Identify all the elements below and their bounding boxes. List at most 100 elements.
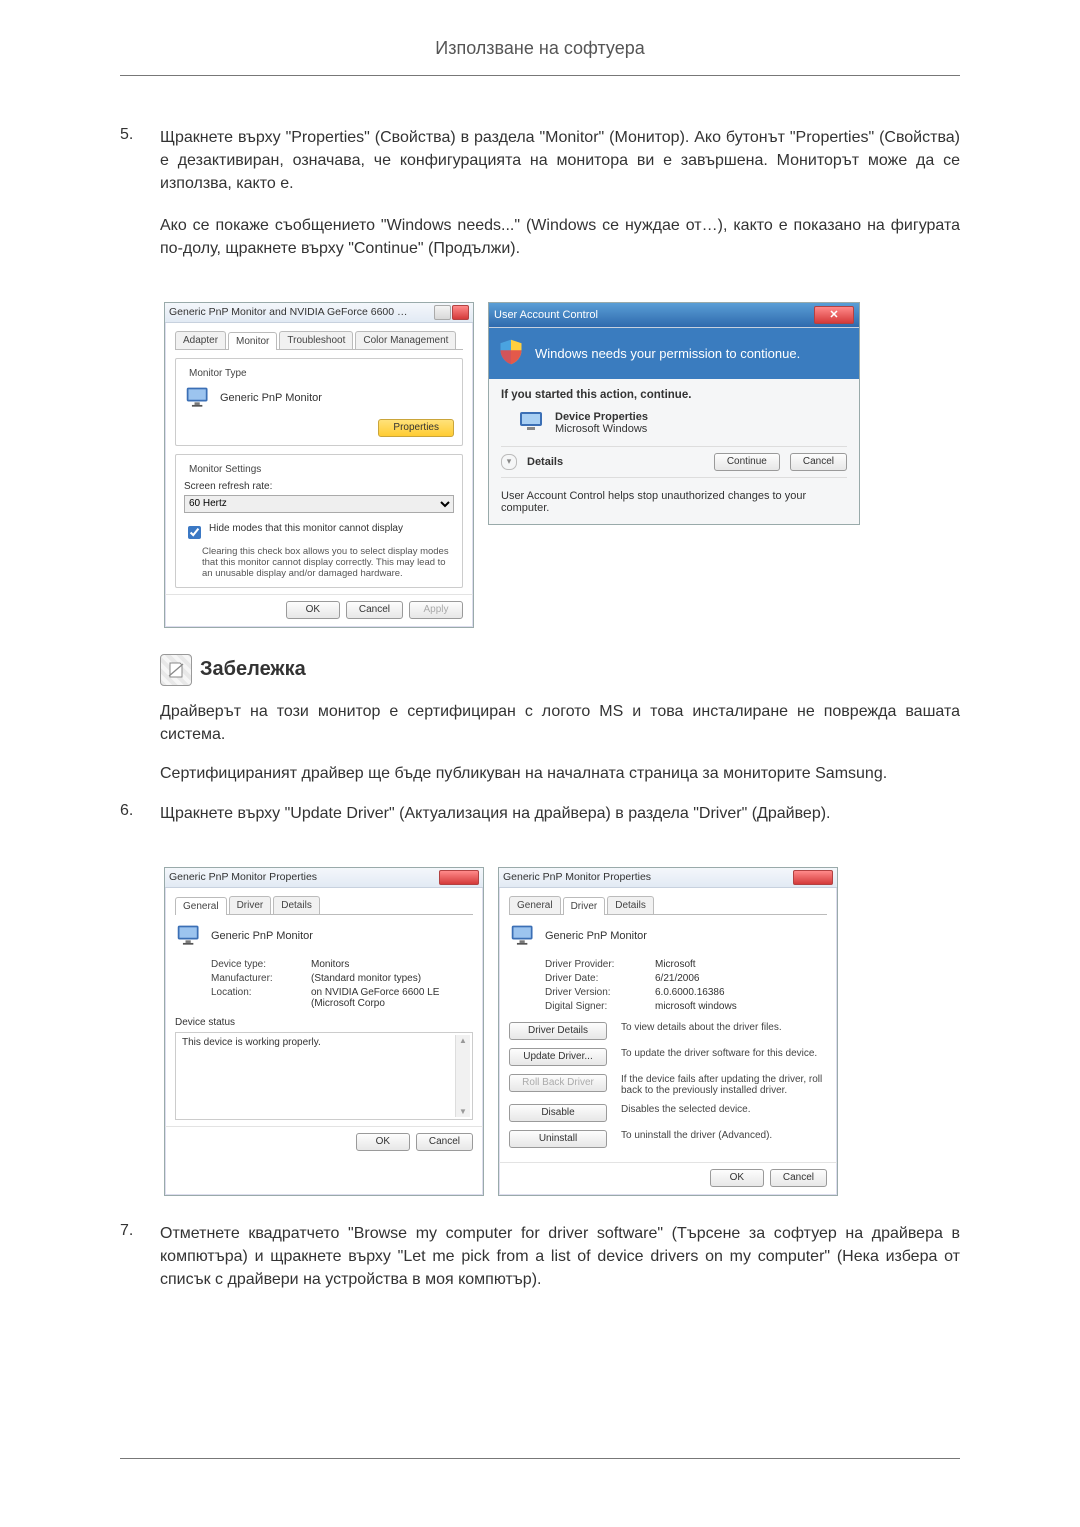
page-title: Използване на софтуера [120,38,960,69]
note-title: Забележка [200,658,306,681]
step-5-text-2: Ако се покаже съобщението "Windows needs… [160,214,960,260]
monitor-icon [184,385,212,411]
scrollbar[interactable]: ▲▼ [455,1035,470,1117]
program-icon [519,411,545,436]
driver-details-button[interactable]: Driver Details [509,1022,607,1040]
step-6: 6. Щракнете върху "Update Driver" (Актуа… [120,802,960,843]
driver-provider-value: Microsoft [655,959,827,970]
monitor-dialog-titlebar: Generic PnP Monitor and NVIDIA GeForce 6… [165,303,473,323]
driver-provider-label: Driver Provider: [545,959,655,970]
step-7-num: 7. [120,1222,144,1310]
driver-date-value: 6/21/2006 [655,973,827,984]
step-5: 5. Щракнете върху "Properties" (Свойства… [120,126,960,278]
location-value: on NVIDIA GeForce 6600 LE (Microsoft Cor… [311,987,473,1009]
props-general-title: Generic PnP Monitor Properties [169,871,317,883]
close-icon[interactable] [452,305,469,320]
cancel-button[interactable]: Cancel [770,1169,827,1187]
uac-program-name: Device Properties [555,411,648,423]
step-7: 7. Отметнете квадратчето "Browse my comp… [120,1222,960,1310]
monitor-dialog-tabs: Adapter Monitor Troubleshoot Color Manag… [175,331,463,350]
tab-driver[interactable]: Driver [563,897,606,915]
update-driver-button[interactable]: Update Driver... [509,1048,607,1066]
device-type-label: Device type: [211,959,311,970]
note-icon [160,654,192,686]
uninstall-desc: To uninstall the driver (Advanced). [621,1130,827,1141]
footer-rule [120,1458,960,1459]
monitor-dialog-title: Generic PnP Monitor and NVIDIA GeForce 6… [169,306,409,318]
driver-version-value: 6.0.6000.16386 [655,987,827,998]
manufacturer-label: Manufacturer: [211,973,311,984]
ok-button[interactable]: OK [710,1169,764,1187]
hide-modes-desc: Clearing this check box allows you to se… [202,546,454,579]
driver-version-label: Driver Version: [545,987,655,998]
refresh-rate-select[interactable]: 60 Hertz [184,495,454,513]
refresh-rate-label: Screen refresh rate: [184,481,454,492]
hide-modes-checkbox[interactable] [188,526,201,539]
note-text-2: Сертифицираният драйвер ще бъде публикув… [160,762,960,785]
tab-general[interactable]: General [175,897,227,915]
device-status-label: Device status [175,1017,473,1028]
monitor-type-value: Generic PnP Monitor [220,392,322,404]
uac-footnote: User Account Control helps stop unauthor… [501,482,847,514]
apply-button[interactable]: Apply [409,601,463,619]
device-status-box: This device is working properly. ▲▼ [175,1032,473,1120]
ok-button[interactable]: OK [286,601,340,619]
cancel-button[interactable]: Cancel [416,1133,473,1151]
monitor-type-heading: Monitor Type [186,368,250,379]
tab-adapter[interactable]: Adapter [175,331,226,349]
monitor-icon [509,923,537,949]
driver-details-desc: To view details about the driver files. [621,1022,827,1033]
close-icon[interactable]: ✕ [814,306,854,324]
tab-general[interactable]: General [509,896,561,914]
header-rule [120,75,960,76]
rollback-driver-desc: If the device fails after updating the d… [621,1074,827,1096]
props-driver-name: Generic PnP Monitor [545,930,647,942]
tab-details[interactable]: Details [607,896,654,914]
update-driver-desc: To update the driver software for this d… [621,1048,827,1059]
step-5-text-1: Щракнете върху "Properties" (Свойства) в… [160,126,960,196]
ok-button[interactable]: OK [356,1133,410,1151]
device-type-value: Monitors [311,959,473,970]
shield-icon [497,338,525,369]
uac-dialog: User Account Control ✕ Windows needs you… [488,302,860,525]
close-icon[interactable] [793,870,833,885]
digital-signer-value: microsoft windows [655,1001,827,1012]
hide-modes-label: Hide modes that this monitor cannot disp… [209,523,403,534]
manufacturer-value: (Standard monitor types) [311,973,473,984]
tab-driver[interactable]: Driver [229,896,272,914]
tab-color-management[interactable]: Color Management [355,331,456,349]
close-icon[interactable] [439,870,479,885]
monitor-dialog: Generic PnP Monitor and NVIDIA GeForce 6… [164,302,474,628]
device-status-text: This device is working properly. [182,1037,321,1048]
step-7-text-1: Отметнете квадратчето "Browse my compute… [160,1222,960,1292]
step-6-text-1: Щракнете върху "Update Driver" (Актуализ… [160,802,960,825]
uac-publisher: Microsoft Windows [555,423,648,435]
cancel-button[interactable]: Cancel [346,601,403,619]
continue-button[interactable]: Continue [714,453,780,471]
tab-details[interactable]: Details [273,896,320,914]
monitor-icon [175,923,203,949]
location-label: Location: [211,987,311,1009]
tab-troubleshoot[interactable]: Troubleshoot [279,331,353,349]
disable-desc: Disables the selected device. [621,1104,827,1115]
driver-date-label: Driver Date: [545,973,655,984]
cancel-button[interactable]: Cancel [790,453,847,471]
props-general-name: Generic PnP Monitor [211,930,313,942]
uac-started-text: If you started this action, continue. [501,389,847,401]
properties-button[interactable]: Properties [378,419,454,437]
rollback-driver-button[interactable]: Roll Back Driver [509,1074,607,1092]
props-general-dialog: Generic PnP Monitor Properties General D… [164,867,484,1196]
digital-signer-label: Digital Signer: [545,1001,655,1012]
uac-details-toggle[interactable]: Details [527,456,704,468]
help-icon[interactable] [434,305,451,320]
uac-banner-text: Windows needs your permission to contion… [535,346,800,361]
disable-button[interactable]: Disable [509,1104,607,1122]
uac-title: User Account Control [494,309,598,321]
props-driver-dialog: Generic PnP Monitor Properties General D… [498,867,838,1196]
step-5-num: 5. [120,126,144,278]
monitor-settings-heading: Monitor Settings [186,464,264,475]
step-6-num: 6. [120,802,144,843]
chevron-down-icon[interactable]: ▾ [501,454,517,470]
tab-monitor[interactable]: Monitor [228,332,277,350]
uninstall-button[interactable]: Uninstall [509,1130,607,1148]
